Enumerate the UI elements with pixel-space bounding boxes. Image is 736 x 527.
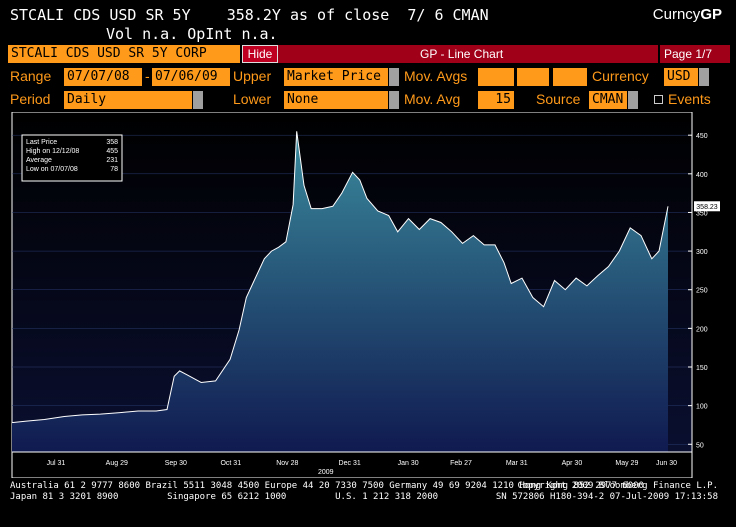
- mov-avg-3-input[interactable]: [553, 68, 587, 86]
- x-tick-label: Apr 30: [562, 460, 583, 467]
- x-tick-label: Nov 28: [276, 460, 298, 467]
- currency-label: Currency: [592, 68, 649, 84]
- currency-dropdown-handle[interactable]: [699, 68, 709, 86]
- y-tick-label: 100: [696, 404, 708, 411]
- year-label: 2009: [318, 469, 334, 476]
- range-label: Range: [10, 68, 52, 84]
- upper-select[interactable]: Market Price: [284, 68, 388, 86]
- x-tick-label: Feb 27: [450, 460, 472, 467]
- events-checkbox[interactable]: [654, 95, 663, 104]
- legend-row-value: 231: [106, 157, 118, 164]
- y-tick-label: 450: [696, 133, 708, 140]
- hide-button[interactable]: Hide: [242, 45, 278, 63]
- ticker-headline: STCALI CDS USD SR 5Y 358.2Y as of close …: [10, 6, 489, 24]
- x-tick-label: Jul 31: [47, 460, 66, 467]
- legend-row-label: Average: [26, 157, 52, 164]
- y-tick-label: 50: [696, 442, 704, 449]
- mov-avg-1-input[interactable]: [478, 68, 514, 86]
- lower-select[interactable]: None: [284, 91, 388, 109]
- brand-suffix: GP: [700, 6, 722, 23]
- y-tick-label: 300: [696, 249, 708, 256]
- brand-prefix: Curncy: [652, 6, 701, 23]
- x-tick-label: Sep 30: [165, 460, 187, 467]
- y-tick-label: 350: [696, 210, 708, 217]
- mov-avg-label: Mov. Avg: [404, 91, 461, 107]
- lower-label: Lower: [233, 91, 272, 107]
- legend-row-label: Last Price: [26, 139, 57, 146]
- source-label: Source: [536, 91, 581, 107]
- x-tick-label: Dec 31: [339, 460, 361, 467]
- upper-label: Upper: [233, 68, 272, 84]
- x-tick-label: Mar 31: [506, 460, 528, 467]
- x-tick-label: May 29: [615, 460, 638, 467]
- mov-avgs-label: Mov. Avgs: [404, 68, 468, 84]
- source-input[interactable]: CMAN: [589, 91, 627, 109]
- mov-avg-2-input[interactable]: [517, 68, 549, 86]
- footer-copyright: Copyright 2009 Bloomberg Finance L.P. SN…: [495, 481, 718, 502]
- legend-row-label: Low on 07/07/08: [26, 166, 78, 173]
- legend-row-label: High on 12/12/08: [26, 148, 79, 155]
- x-tick-label: Aug 29: [106, 460, 128, 467]
- currency-input[interactable]: USD: [664, 68, 698, 86]
- y-tick-label: 250: [696, 288, 708, 295]
- upper-dropdown-handle[interactable]: [389, 68, 399, 86]
- page-indicator[interactable]: Page 1/7: [660, 45, 730, 63]
- range-dash: -: [145, 68, 150, 84]
- y-tick-label: 400: [696, 172, 708, 179]
- range-end-input[interactable]: 07/06/09: [152, 68, 230, 86]
- events-label: Events: [668, 91, 711, 107]
- y-tick-label: 200: [696, 326, 708, 333]
- mov-avg-input[interactable]: 15: [478, 91, 514, 109]
- period-dropdown-handle[interactable]: [193, 91, 203, 109]
- legend-row-value: 455: [106, 148, 118, 155]
- x-tick-label: Oct 31: [220, 460, 241, 467]
- y-tick-label: 150: [696, 365, 708, 372]
- source-dropdown-handle[interactable]: [628, 91, 638, 109]
- range-start-input[interactable]: 07/07/08: [64, 68, 142, 86]
- x-tick-label: Jun 30: [656, 460, 677, 467]
- x-tick-label: Jan 30: [398, 460, 419, 467]
- legend-row-value: 358: [106, 139, 118, 146]
- last-price-tag-text: 358.23: [696, 204, 718, 211]
- period-label: Period: [10, 91, 51, 107]
- volume-line: Vol n.a. OpInt n.a.: [106, 25, 278, 43]
- lower-dropdown-handle[interactable]: [389, 91, 399, 109]
- legend-row-value: 78: [110, 166, 118, 173]
- chart-svg: 50 100 150 200 250 300 350 400 450 Jul 31 Aug 29 S…: [11, 112, 720, 478]
- period-select[interactable]: Daily: [64, 91, 192, 109]
- security-field[interactable]: STCALI CDS USD SR 5Y CORP: [8, 45, 240, 63]
- price-chart: 50 100 150 200 250 300 350 400 450 Jul 31 Aug 29 S…: [8, 112, 728, 478]
- function-brand: CurncyGP: [653, 6, 722, 23]
- chart-function-title: GP - Line Chart: [420, 47, 504, 61]
